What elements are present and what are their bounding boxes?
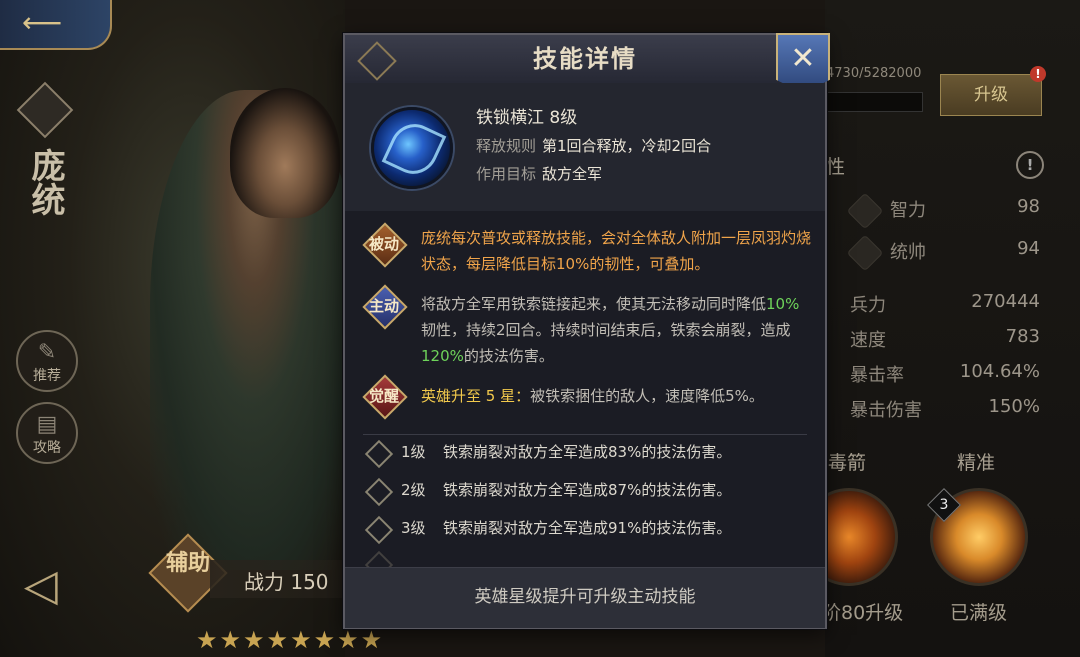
active-text: 将敌方全军用铁索链接起来，使其无法移动同时降低 — [421, 295, 767, 313]
level-icon — [364, 477, 394, 507]
hero-stars: ★★★★★★★★ — [196, 626, 385, 654]
intellect-icon — [846, 192, 884, 230]
dialog-title: 技能详情 — [533, 45, 637, 73]
level-icon — [364, 515, 394, 545]
release-value: 第1回合释放，冷却2回合 — [542, 137, 712, 155]
exp-text: 4730/5282000 — [826, 66, 922, 81]
skill-description: 被动 庞统每次普攻或释放技能，会对全体敌人附加一层凤羽灼烧状态，每层降低目标10… — [345, 211, 825, 567]
active-description: 将敌方全军用铁索链接起来，使其无法移动同时降低10% 韧性，持续2回合。持续时间结… — [421, 291, 811, 369]
info-icon[interactable]: ! — [1016, 151, 1044, 179]
attr-row: 兵力 270444 — [850, 291, 1040, 321]
skill-col-label: 毒箭 — [828, 452, 867, 474]
dialog-header: 技能详情 — [345, 35, 825, 84]
release-label: 释放规则 — [476, 137, 537, 155]
attr-row: 智力 98 — [846, 192, 1040, 230]
back-button[interactable]: ⟵ — [0, 0, 112, 50]
attr-row: 暴击伤害 150% — [850, 396, 1040, 426]
level-row: 2级 铁索崩裂对敌方全军造成87%的技法伤害。 — [363, 477, 807, 508]
hero-head — [230, 88, 340, 218]
chain-skill-icon — [371, 107, 453, 189]
skill-detail-dialog: 技能详情 ✕ 铁锁横江 8级 释放规则 第1回合释放，冷却2回合 作用目标 敌方全军… — [343, 33, 830, 629]
attr-value: 150% — [988, 396, 1040, 417]
target-label: 作用目标 — [476, 165, 537, 183]
level-desc: 铁索崩裂对敌方全军造成83%的技法伤害。 — [443, 443, 732, 461]
skill-col-label: 精准 — [957, 452, 996, 474]
level-row-partial — [363, 550, 807, 567]
active-highlight: 120% — [421, 347, 464, 365]
level-desc: 铁索崩裂对敌方全军造成87%的技法伤害。 — [443, 481, 732, 499]
attr-value: 94 — [1017, 238, 1040, 259]
level-row: 3级 铁索崩裂对敌方全军造成91%的技法伤害。 — [363, 515, 807, 546]
back-arrow-icon: ⟵ — [22, 6, 63, 39]
active-highlight: 10% — [766, 295, 800, 313]
attr-row: 暴击率 104.64% — [850, 361, 1040, 391]
guide-label: 攻略 — [33, 440, 61, 456]
awaken-tag-label: 觉醒 — [368, 387, 399, 405]
prev-hero-arrow-icon[interactable]: ◁ — [24, 560, 58, 611]
scroll-icon: ✎ — [37, 340, 57, 365]
level-desc: 铁索崩裂对敌方全军造成91%的技法伤害。 — [443, 519, 732, 537]
awaken-highlight: 英雄升至 5 星： — [421, 387, 531, 405]
level-row: 1级 铁索崩裂对敌方全军造成83%的技法伤害。 — [363, 439, 807, 470]
active-tag-label: 主动 — [368, 297, 399, 315]
attr-label: 智力 — [890, 200, 926, 221]
skill-note: 阶80升级 — [822, 602, 904, 624]
active-text: 的技法伤害。 — [463, 347, 554, 365]
attr-value: 783 — [1005, 326, 1040, 347]
active-tag: 主动 — [362, 284, 408, 330]
alert-badge: ! — [1030, 66, 1046, 82]
skill-target: 作用目标 敌方全军 — [476, 163, 602, 184]
close-icon: ✕ — [790, 41, 816, 76]
attr-value: 98 — [1017, 196, 1040, 217]
level-icon — [364, 439, 394, 469]
dialog-footer: 英雄星级提升可升级主动技能 — [345, 567, 825, 628]
guide-button[interactable]: ▤ 攻略 — [16, 402, 78, 464]
command-icon — [846, 234, 884, 272]
level-label: 3级 — [401, 519, 426, 537]
passive-description: 庞统每次普攻或释放技能，会对全体敌人附加一层凤羽灼烧状态，每层降低目标10%的韧… — [421, 229, 812, 273]
exp-bar — [826, 92, 923, 112]
skill-name: 铁锁横江 8级 — [476, 108, 578, 128]
level-label: 1级 — [401, 443, 426, 461]
role-label: 辅助 — [165, 551, 210, 576]
attr-label: 暴击伤害 — [850, 400, 922, 421]
power-value: 战力 150 — [244, 570, 329, 594]
awaken-text: 被铁索捆住的敌人，速度降低5%。 — [530, 387, 764, 405]
attr-value: 270444 — [971, 291, 1040, 312]
level-icon — [364, 550, 394, 567]
divider — [363, 434, 807, 435]
faction-icon — [16, 81, 74, 139]
upgrade-button[interactable]: 升级 — [940, 74, 1042, 116]
attr-label: 暴击率 — [850, 365, 904, 386]
attr-label: 速度 — [850, 330, 886, 351]
book-icon: ▤ — [36, 412, 58, 437]
attr-label: 统帅 — [890, 242, 926, 263]
attr-row: 统帅 94 — [846, 234, 1040, 272]
hero-name: 庞统 — [25, 148, 65, 216]
attributes-heading: 性 — [826, 156, 846, 178]
attr-row: 速度 783 — [850, 326, 1040, 356]
awaken-description: 英雄升至 5 星：被铁索捆住的敌人，速度降低5%。 — [421, 383, 811, 409]
level-label: 2级 — [401, 481, 426, 499]
attr-value: 104.64% — [959, 361, 1040, 382]
target-value: 敌方全军 — [542, 165, 603, 183]
recommend-label: 推荐 — [33, 368, 61, 384]
skill-note: 已满级 — [950, 602, 1008, 624]
attr-label: 兵力 — [850, 295, 886, 316]
active-text: 韧性，持续2回合。持续时间结束后，铁索会崩裂，造成 — [421, 321, 791, 339]
recommend-button[interactable]: ✎ 推荐 — [16, 330, 78, 392]
hero-name-badge: 庞统 — [16, 81, 74, 290]
awaken-tag: 觉醒 — [362, 374, 408, 420]
passive-tag: 被动 — [362, 222, 408, 268]
passive-tag-label: 被动 — [368, 235, 399, 253]
release-rule: 释放规则 第1回合释放，冷却2回合 — [476, 135, 711, 156]
